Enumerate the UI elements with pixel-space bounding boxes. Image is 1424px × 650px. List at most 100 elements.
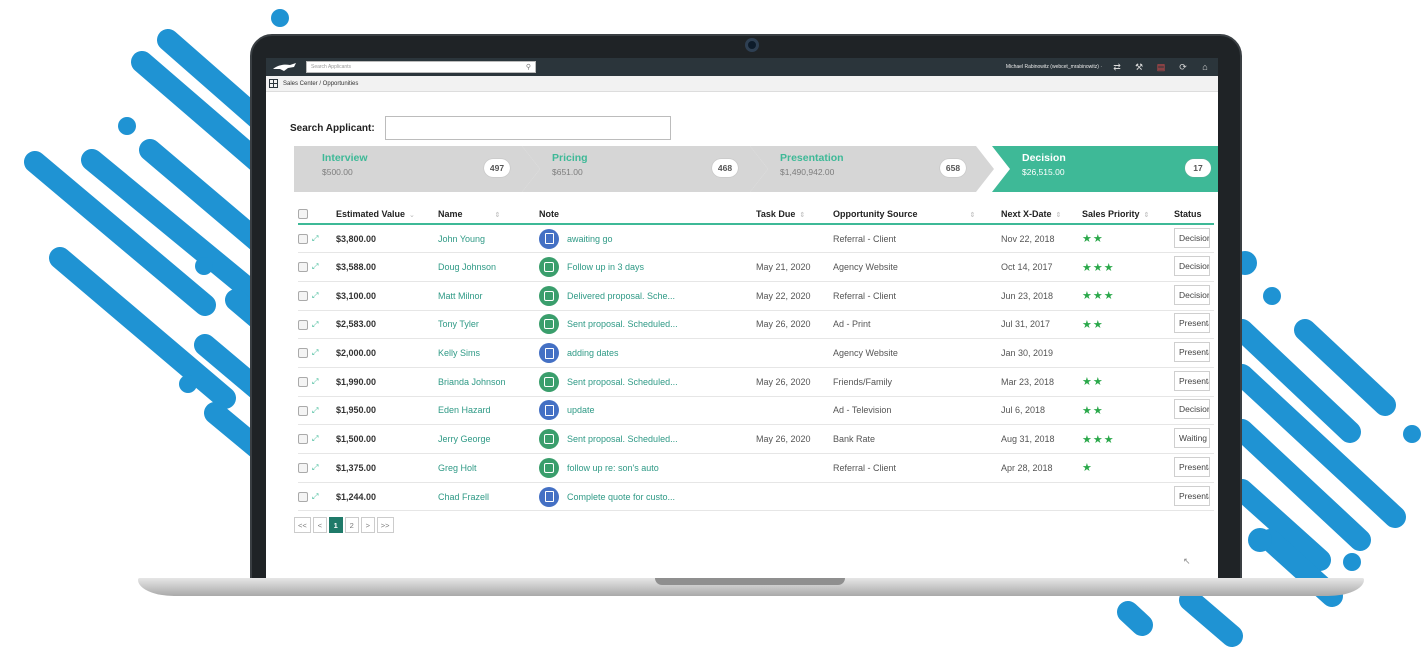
note-icon[interactable] — [539, 285, 559, 306]
note-icon[interactable] — [539, 343, 559, 364]
col-note[interactable]: Note — [539, 204, 756, 225]
stage-interview[interactable]: Interview $500.00 497 — [294, 146, 540, 192]
page-2-button[interactable]: 2 — [344, 517, 359, 534]
note-icon[interactable] — [539, 429, 559, 450]
row-checkbox[interactable] — [298, 262, 308, 273]
row-checkbox[interactable] — [298, 377, 308, 388]
table-row[interactable]: ⤢ $1,244.00 Chad Frazell Complete quote for… — [298, 482, 1214, 512]
sort-icon[interactable]: ⇕ — [1144, 212, 1150, 219]
note-icon[interactable] — [539, 228, 559, 249]
note-icon[interactable] — [539, 314, 559, 335]
applicant-name-link[interactable]: John Young — [438, 224, 539, 254]
stage-pricing[interactable]: Pricing $651.00 468 — [522, 146, 768, 192]
expand-icon[interactable]: ⤢ — [312, 492, 318, 501]
table-row[interactable]: ⤢ $3,800.00 John Young awaiting go Referral … — [298, 224, 1214, 254]
note-link[interactable]: Delivered proposal. Sche... — [567, 291, 675, 301]
expand-icon[interactable]: ⤢ — [312, 291, 318, 300]
note-icon[interactable] — [539, 257, 559, 278]
status-select[interactable]: Waiting — [1174, 428, 1210, 449]
user-menu[interactable]: Michael Rabinowitz (webcet_mrabinowitz) … — [1006, 64, 1102, 70]
applicant-name-link[interactable]: Brianda Johnson — [438, 367, 539, 397]
last-page-button[interactable]: >> — [376, 517, 394, 534]
note-icon[interactable] — [539, 457, 559, 478]
note-icon[interactable] — [539, 400, 559, 421]
row-checkbox[interactable] — [298, 434, 308, 445]
sort-icon[interactable]: ⇕ — [799, 212, 805, 219]
applicant-name-link[interactable]: Tony Tyler — [438, 310, 539, 340]
select-all-checkbox[interactable] — [298, 208, 308, 219]
table-row[interactable]: ⤢ $1,500.00 Jerry George Sent proposal. Sch… — [298, 424, 1214, 454]
table-row[interactable]: ⤢ $1,950.00 Eden Hazard update Ad - Televisi… — [298, 396, 1214, 426]
sort-icon[interactable]: ⇕ — [495, 212, 501, 219]
expand-icon[interactable]: ⤢ — [312, 348, 318, 357]
note-icon[interactable] — [539, 486, 559, 507]
status-select[interactable]: Decision — [1174, 256, 1210, 277]
expand-icon[interactable]: ⤢ — [312, 406, 318, 415]
row-checkbox[interactable] — [298, 348, 308, 359]
row-checkbox[interactable] — [298, 291, 308, 302]
note-link[interactable]: update — [567, 405, 595, 415]
page-1-button[interactable]: 1 — [328, 517, 343, 534]
col-priority[interactable]: Sales Priority ⇕ — [1082, 204, 1174, 225]
expand-icon[interactable]: ⤢ — [312, 377, 318, 386]
sync-icon[interactable]: ⟳ — [1176, 62, 1190, 73]
tools-icon[interactable]: ⚒ — [1132, 62, 1146, 73]
status-select[interactable]: Decision — [1174, 399, 1210, 420]
sort-icon[interactable]: ⌄ — [409, 212, 415, 219]
row-checkbox[interactable] — [298, 319, 308, 330]
note-link[interactable]: adding dates — [567, 348, 619, 358]
note-link[interactable]: Complete quote for custo... — [567, 492, 675, 502]
row-checkbox[interactable] — [298, 463, 308, 474]
sort-icon[interactable]: ⇕ — [1056, 212, 1062, 219]
note-link[interactable]: Sent proposal. Scheduled... — [567, 434, 678, 444]
note-link[interactable]: Follow up in 3 days — [567, 262, 644, 272]
applicant-name-link[interactable]: Jerry George — [438, 424, 539, 454]
status-select[interactable]: Presentation — [1174, 370, 1210, 391]
note-icon[interactable] — [539, 371, 559, 392]
search-icon[interactable]: ⚲ — [526, 63, 531, 71]
expand-icon[interactable]: ⤢ — [312, 434, 318, 443]
sort-icon[interactable]: ⇕ — [970, 212, 976, 219]
table-row[interactable]: ⤢ $3,100.00 Matt Milnor Delivered proposal.… — [298, 281, 1214, 311]
next-page-button[interactable]: > — [360, 517, 375, 534]
note-link[interactable]: Sent proposal. Scheduled... — [567, 319, 678, 329]
col-source[interactable]: Opportunity Source ⇕ — [833, 204, 1001, 225]
applicant-name-link[interactable]: Matt Milnor — [438, 281, 539, 311]
note-link[interactable]: awaiting go — [567, 234, 613, 244]
breadcrumb[interactable]: Sales Center / Opportunities — [283, 81, 358, 87]
table-row[interactable]: ⤢ $1,375.00 Greg Holt follow up re: son's a… — [298, 453, 1214, 483]
row-checkbox[interactable] — [298, 405, 308, 416]
search-applicant-input[interactable] — [384, 116, 671, 140]
col-next-date[interactable]: Next X-Date ⇕ — [1001, 204, 1082, 225]
applicant-name-link[interactable]: Greg Holt — [438, 453, 539, 483]
stage-decision[interactable]: Decision $26,515.00 17 — [992, 146, 1218, 192]
col-estimated-value[interactable]: Estimated Value ⌄ — [336, 204, 438, 225]
status-select[interactable]: Presentation — [1174, 313, 1210, 334]
status-select[interactable]: Presentation — [1174, 456, 1210, 477]
applicant-name-link[interactable]: Eden Hazard — [438, 396, 539, 426]
table-row[interactable]: ⤢ $2,000.00 Kelly Sims adding dates Agency W… — [298, 338, 1214, 368]
expand-icon[interactable]: ⤢ — [312, 463, 318, 472]
status-select[interactable]: Decision — [1174, 227, 1210, 248]
expand-icon[interactable]: ⤢ — [312, 262, 318, 271]
table-row[interactable]: ⤢ $2,583.00 Tony Tyler Sent proposal. Sched… — [298, 310, 1214, 340]
prev-page-button[interactable]: < — [312, 517, 327, 534]
status-select[interactable]: Presentation — [1174, 342, 1210, 363]
stage-presentation[interactable]: Presentation $1,490,942.00 658 — [750, 146, 994, 192]
expand-icon[interactable]: ⤢ — [312, 320, 318, 329]
apps-grid-icon[interactable] — [269, 79, 278, 88]
applicant-name-link[interactable]: Kelly Sims — [438, 338, 539, 368]
row-checkbox[interactable] — [298, 491, 308, 502]
table-row[interactable]: ⤢ $3,588.00 Doug Johnson Follow up in 3 day… — [298, 252, 1214, 282]
row-checkbox[interactable] — [298, 233, 308, 244]
table-row[interactable]: ⤢ $1,990.00 Brianda Johnson Sent proposal. … — [298, 367, 1214, 397]
note-link[interactable]: Sent proposal. Scheduled... — [567, 377, 678, 387]
col-status[interactable]: Status — [1174, 204, 1214, 225]
global-search-input[interactable]: Search Applicants ⚲ — [306, 61, 536, 73]
applicant-name-link[interactable]: Doug Johnson — [438, 252, 539, 282]
notifications-icon[interactable]: ▤ — [1154, 62, 1168, 73]
status-select[interactable]: Decision — [1174, 284, 1210, 305]
first-page-button[interactable]: << — [294, 517, 311, 534]
col-task-due[interactable]: Task Due ⇕ — [756, 204, 833, 225]
status-select[interactable]: Presentation — [1174, 485, 1210, 506]
